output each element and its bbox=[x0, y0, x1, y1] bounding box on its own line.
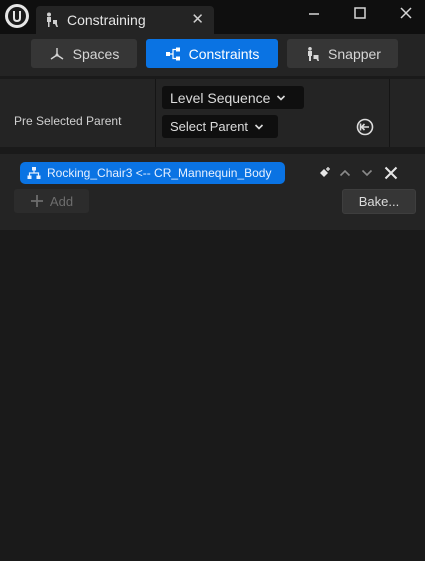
constraints-label: Constraints bbox=[188, 45, 260, 62]
constraint-item-label: Rocking_Chair3 <-- CR_Mannequin_Body bbox=[47, 166, 272, 180]
snapper-button[interactable]: Snapper bbox=[287, 39, 398, 68]
constraining-window: Constraining ✕ Spaces Constraints Snappe… bbox=[0, 0, 425, 561]
bake-label: Bake... bbox=[358, 194, 400, 209]
close-window-icon[interactable] bbox=[392, 2, 420, 24]
snapper-label: Snapper bbox=[328, 45, 381, 62]
hierarchy-icon bbox=[27, 167, 41, 179]
chevron-down-icon bbox=[277, 94, 286, 101]
unreal-logo-icon[interactable] bbox=[5, 4, 29, 28]
add-label: Add bbox=[49, 193, 74, 209]
spaces-icon bbox=[50, 47, 64, 60]
maximize-icon[interactable] bbox=[346, 2, 374, 24]
constraints-button[interactable]: Constraints bbox=[146, 39, 278, 68]
bake-button[interactable]: Bake... bbox=[342, 189, 416, 214]
use-selection-icon[interactable] bbox=[356, 118, 374, 136]
snapper-icon bbox=[308, 46, 320, 61]
chevron-down-icon[interactable] bbox=[360, 166, 374, 180]
level-sequence-dropdown[interactable]: Level Sequence bbox=[162, 86, 304, 109]
mode-bar: Spaces Constraints Snapper bbox=[0, 34, 425, 76]
select-parent-dropdown[interactable]: Select Parent bbox=[162, 115, 278, 138]
spaces-label: Spaces bbox=[72, 45, 120, 62]
constraining-tab-icon bbox=[42, 11, 60, 29]
level-sequence-value: Level Sequence bbox=[170, 89, 271, 106]
add-constraint-button[interactable]: Add bbox=[14, 189, 89, 213]
plus-icon bbox=[30, 195, 43, 207]
tab-title: Constraining bbox=[67, 12, 146, 28]
constraint-list-panel: Rocking_Chair3 <-- CR_Mannequin_Body Add… bbox=[0, 154, 425, 230]
minimize-icon[interactable] bbox=[300, 2, 328, 24]
chevron-down-icon bbox=[254, 123, 264, 130]
constraint-item[interactable]: Rocking_Chair3 <-- CR_Mannequin_Body bbox=[20, 162, 285, 184]
tab-constraining[interactable]: Constraining ✕ bbox=[36, 6, 214, 34]
delete-constraint-icon[interactable] bbox=[383, 165, 399, 181]
column-divider bbox=[155, 79, 156, 147]
parent-row: Pre Selected Parent Level Sequence Selec… bbox=[0, 79, 425, 147]
constraints-icon bbox=[165, 47, 180, 60]
column-divider bbox=[389, 79, 390, 147]
select-parent-value: Select Parent bbox=[170, 119, 249, 134]
spaces-button[interactable]: Spaces bbox=[31, 39, 137, 68]
title-bar: Constraining ✕ bbox=[0, 0, 425, 34]
close-tab-icon[interactable]: ✕ bbox=[191, 10, 204, 28]
chevron-up-icon[interactable] bbox=[338, 166, 352, 180]
add-key-icon[interactable] bbox=[318, 166, 332, 180]
pre-selected-parent-label: Pre Selected Parent bbox=[14, 114, 122, 128]
